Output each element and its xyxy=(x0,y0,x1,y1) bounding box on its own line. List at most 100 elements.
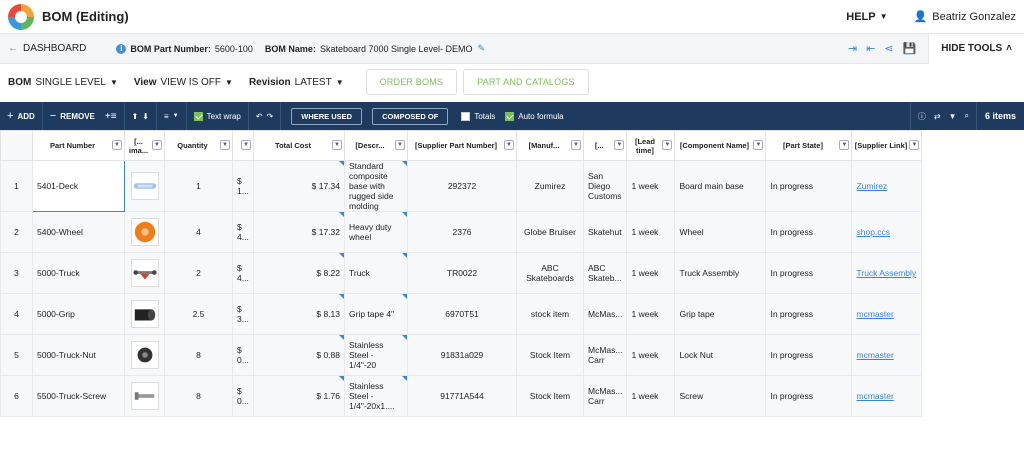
part-number-cell[interactable]: 5401-Deck xyxy=(32,160,125,212)
manufacturer-cell[interactable]: Globe Bruiser xyxy=(516,211,584,253)
undo-icon[interactable]: ↶ xyxy=(256,112,263,121)
header-cell[interactable]: [Manuf... ▼ xyxy=(516,130,584,161)
auto-formula-checkbox[interactable] xyxy=(505,111,515,121)
part-thumbnail[interactable] xyxy=(130,259,159,287)
component-name-cell[interactable]: Screw xyxy=(674,375,767,417)
manufacturer-cell[interactable]: Zumirez xyxy=(516,160,584,212)
header-cell[interactable]: Quantity ▼ xyxy=(164,130,233,161)
unit-cost-cell[interactable]: $ 4... xyxy=(232,252,254,294)
part-state-cell[interactable]: In progress xyxy=(765,293,853,335)
search-icon[interactable]: ⌕ xyxy=(964,111,968,121)
unit-cost-cell[interactable]: $ 0... xyxy=(232,334,254,376)
add-button[interactable]: + ADD xyxy=(0,102,43,130)
quantity-cell[interactable]: 2 xyxy=(164,252,233,294)
row-index-cell[interactable]: 1 xyxy=(0,160,33,212)
lead-time-cell[interactable]: 1 week xyxy=(626,375,676,417)
filter-icon[interactable]: ▼ xyxy=(395,140,405,150)
supplier-part-number-cell[interactable]: 91831a029 xyxy=(407,334,517,376)
total-cost-cell[interactable]: $ 8.13 xyxy=(253,293,345,335)
swap-icon[interactable]: ⇄ xyxy=(934,112,941,121)
lead-time-cell[interactable]: 1 week xyxy=(626,334,676,376)
filter-icon[interactable]: ▼ xyxy=(112,140,122,150)
filter-icon[interactable]: ▼ xyxy=(909,140,920,150)
filter-icon[interactable]: ▼ xyxy=(753,140,764,150)
component-name-cell[interactable]: Grip tape xyxy=(674,293,767,335)
redo-icon[interactable]: ↷ xyxy=(267,112,274,121)
manufacturer-cell[interactable]: ABC Skateboards xyxy=(516,252,584,294)
totals-checkbox[interactable] xyxy=(461,111,471,121)
unit-cost-cell[interactable]: $ 4... xyxy=(232,211,254,253)
supplier-link-cell[interactable]: mcmaster xyxy=(851,334,923,376)
part-thumbnail[interactable] xyxy=(130,218,159,246)
total-cost-cell[interactable]: $ 0.88 xyxy=(253,334,345,376)
edit-pencil-icon[interactable]: ✎ xyxy=(478,43,486,54)
part-thumbnail[interactable] xyxy=(130,172,159,200)
image-cell[interactable] xyxy=(124,293,165,335)
part-state-cell[interactable]: In progress xyxy=(765,375,853,417)
component-name-cell[interactable]: Wheel xyxy=(674,211,767,253)
filter-icon[interactable]: ▼ xyxy=(241,140,251,150)
description-cell[interactable]: Standard composite base with rugged side… xyxy=(344,160,408,212)
part-state-cell[interactable]: In progress xyxy=(765,252,853,294)
lead-time-cell[interactable]: 1 week xyxy=(626,293,676,335)
composed-of-button[interactable]: COMPOSED OF xyxy=(372,107,449,125)
supplier-cell[interactable]: ABC Skateb... xyxy=(582,252,628,294)
filter-icon[interactable]: ▼ xyxy=(949,112,957,121)
header-cell[interactable]: [Supplier Part Number] ▼ xyxy=(407,130,517,161)
info-icon[interactable]: ⓘ xyxy=(918,111,926,122)
supplier-cell[interactable]: McMas... Carr xyxy=(582,375,628,417)
import-icon[interactable]: ⇥ xyxy=(848,42,857,55)
remove-button[interactable]: − REMOVE +≡ xyxy=(43,102,125,130)
order-boms-button[interactable]: ORDER BOMS xyxy=(365,69,458,95)
image-cell[interactable] xyxy=(124,211,165,253)
dashboard-link[interactable]: ← DASHBOARD xyxy=(8,43,86,54)
arrow-up-icon[interactable]: ⬆ xyxy=(132,112,139,121)
table-row[interactable]: 2 5400-Wheel 4 $ 4... $ 17.32 Heavy duty whee… xyxy=(0,211,923,253)
where-used-button[interactable]: WHERE USED xyxy=(291,107,363,125)
row-index-cell[interactable]: 4 xyxy=(0,293,33,335)
supplier-link-cell[interactable]: shop.ccs xyxy=(851,211,923,253)
header-cell[interactable]: [... ▼ xyxy=(582,130,628,161)
insert-row-icon[interactable]: +≡ xyxy=(105,111,117,122)
table-row[interactable]: 3 5000-Truck 2 $ 4... $ 8.22 Truck TR0022 ABC S… xyxy=(0,252,923,294)
filter-icon[interactable]: ▼ xyxy=(152,140,162,150)
filter-icon[interactable]: ▼ xyxy=(332,140,342,150)
lead-time-cell[interactable]: 1 week xyxy=(626,160,676,212)
row-index-cell[interactable]: 2 xyxy=(0,211,33,253)
manufacturer-cell[interactable]: Stock Item xyxy=(516,375,584,417)
image-cell[interactable] xyxy=(124,160,165,212)
component-name-cell[interactable]: Lock Nut xyxy=(674,334,767,376)
unit-cost-cell[interactable]: $ 0... xyxy=(232,375,254,417)
export-icon[interactable]: ⇤ xyxy=(866,42,875,55)
bom-level-dropdown[interactable]: BOM SINGLE LEVEL ▼ xyxy=(8,77,118,88)
description-cell[interactable]: Stainless Steel - 1/4"-20x1.... xyxy=(344,375,408,417)
lead-time-cell[interactable]: 1 week xyxy=(626,211,676,253)
align-dropdown[interactable]: ≡ ▼ xyxy=(157,102,187,130)
quantity-cell[interactable]: 8 xyxy=(164,334,233,376)
quantity-cell[interactable]: 8 xyxy=(164,375,233,417)
header-cell[interactable]: ▼ xyxy=(232,130,254,161)
supplier-part-number-cell[interactable]: 292372 xyxy=(407,160,517,212)
arrow-down-icon[interactable]: ⬇ xyxy=(142,112,149,121)
part-number-cell[interactable]: 5000-Grip xyxy=(32,293,125,335)
image-cell[interactable] xyxy=(124,334,165,376)
save-icon[interactable]: 💾 xyxy=(903,42,917,55)
part-thumbnail[interactable] xyxy=(130,300,159,328)
header-cell[interactable]: [... ima... ▼ xyxy=(124,130,165,161)
manufacturer-cell[interactable]: stock item xyxy=(516,293,584,335)
header-cell[interactable]: [Component Name] ▼ xyxy=(674,130,767,161)
table-row[interactable]: 1 5401-Deck 1 $ 1... $ 17.34 Standard composi… xyxy=(0,160,923,212)
part-and-catalogs-button[interactable]: PART AND CATALOGS xyxy=(463,69,589,95)
image-cell[interactable] xyxy=(124,375,165,417)
filter-icon[interactable]: ▼ xyxy=(839,140,850,150)
part-state-cell[interactable]: In progress xyxy=(765,334,853,376)
supplier-link-cell[interactable]: mcmaster xyxy=(851,375,923,417)
supplier-part-number-cell[interactable]: 6970T51 xyxy=(407,293,517,335)
quantity-cell[interactable]: 4 xyxy=(164,211,233,253)
filter-icon[interactable]: ▼ xyxy=(504,140,514,150)
filter-icon[interactable]: ▼ xyxy=(614,140,625,150)
header-cell[interactable]: [Part State] ▼ xyxy=(765,130,853,161)
description-cell[interactable]: Truck xyxy=(344,252,408,294)
unit-cost-cell[interactable]: $ 3... xyxy=(232,293,254,335)
image-cell[interactable] xyxy=(124,252,165,294)
